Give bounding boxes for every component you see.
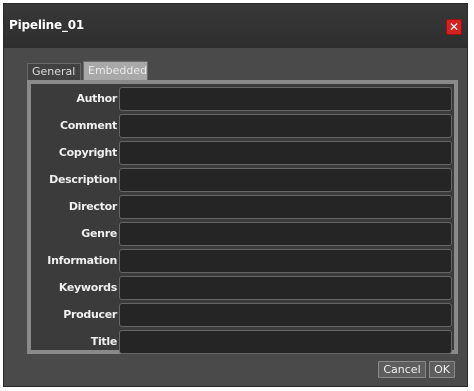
information-field[interactable] [119, 249, 452, 273]
dialog-title: Pipeline_01 [9, 18, 85, 32]
comment-field[interactable] [119, 114, 452, 138]
genre-label: Genre [81, 227, 117, 240]
producer-field[interactable] [119, 303, 452, 327]
author-label: Author [76, 92, 117, 105]
genre-field[interactable] [119, 222, 452, 246]
tab-embedded[interactable]: Embedded [83, 61, 148, 80]
field-row-comment: Comment [31, 114, 454, 138]
description-field[interactable] [119, 168, 452, 192]
field-row-title: Title [31, 330, 454, 354]
description-label: Description [49, 173, 117, 186]
field-row-copyright: Copyright [31, 141, 454, 165]
director-label: Director [68, 200, 117, 213]
keywords-label: Keywords [58, 281, 117, 294]
keywords-field[interactable] [119, 276, 452, 300]
field-row-director: Director [31, 195, 454, 219]
producer-label: Producer [63, 308, 117, 321]
field-row-genre: Genre [31, 222, 454, 246]
field-row-author: Author [31, 87, 454, 111]
embedded-metadata-panel: Author Comment Copyright Description Dir… [27, 80, 458, 354]
title-bar[interactable]: Pipeline_01 ✕ [4, 4, 467, 48]
copyright-label: Copyright [58, 146, 117, 159]
field-row-keywords: Keywords [31, 276, 454, 300]
close-icon[interactable]: ✕ [446, 19, 462, 35]
information-label: Information [47, 254, 117, 267]
field-row-producer: Producer [31, 303, 454, 327]
author-field[interactable] [119, 87, 452, 111]
field-row-information: Information [31, 249, 454, 273]
title-label: Title [90, 335, 118, 348]
tab-general[interactable]: General [27, 63, 81, 80]
title-field[interactable] [119, 330, 452, 354]
director-field[interactable] [119, 195, 452, 219]
copyright-field[interactable] [119, 141, 452, 165]
ok-button[interactable]: OK [429, 361, 455, 378]
cancel-button[interactable]: Cancel [378, 361, 426, 378]
field-row-description: Description [31, 168, 454, 192]
comment-label: Comment [59, 119, 117, 132]
